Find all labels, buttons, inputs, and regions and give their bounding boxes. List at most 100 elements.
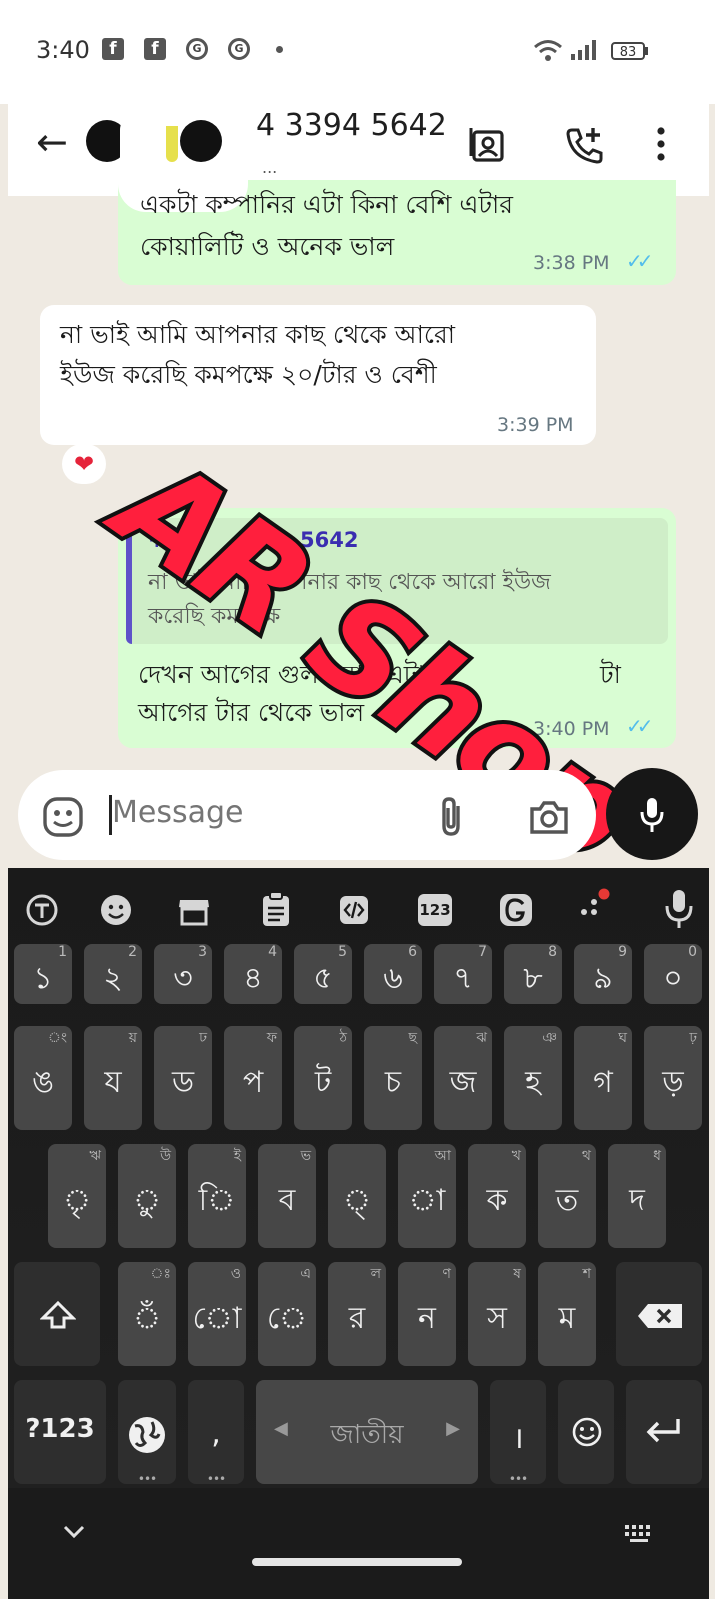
space-key[interactable]: ◀ জাতীয় ▶ [256, 1380, 478, 1484]
contact-number[interactable]: 4 3394 5642 [256, 108, 447, 143]
key-label: ১ [33, 961, 53, 996]
key-label: দ [629, 1183, 645, 1218]
keyboard-key[interactable]: রল [328, 1262, 386, 1366]
key-hint: ঢ [199, 1030, 207, 1046]
keyboard-key[interactable]: ৮8 [504, 944, 562, 1004]
keyboard-key[interactable]: ি ই [188, 1144, 246, 1248]
shop-icon[interactable] [176, 892, 212, 928]
emoji-icon[interactable] [98, 892, 134, 928]
keyboard-key[interactable]: মশ [538, 1262, 596, 1366]
chevron-down-icon[interactable] [62, 1524, 86, 1540]
keyboard-key[interactable]: ড় ঢ় [644, 1026, 702, 1130]
keyboard-key[interactable]: বভ [258, 1144, 316, 1248]
key-label: ০ [663, 961, 683, 996]
key-hint: থ [581, 1148, 591, 1164]
text-mode-icon[interactable] [24, 892, 60, 928]
shift-key[interactable] [14, 1262, 100, 1366]
message-text-tail: টা [600, 660, 621, 689]
key-label: ড [171, 1065, 195, 1100]
keyboard-key[interactable]: নণ [398, 1262, 456, 1366]
grammar-icon[interactable] [498, 892, 534, 928]
key-hint: 2 [128, 944, 137, 960]
keyboard-key[interactable]: ্ [328, 1144, 386, 1248]
key-label: প [242, 1065, 264, 1100]
enter-key[interactable] [626, 1380, 702, 1484]
emoji-key[interactable] [558, 1380, 614, 1484]
key-label: ড় [662, 1065, 684, 1100]
message-text: ইউজ করেছি কমপক্ষে ২০/টার ও বেশী [60, 360, 437, 389]
status-time: 3:40 [36, 36, 90, 64]
contact-card-icon[interactable] [468, 124, 508, 164]
heart-reaction[interactable]: ❤ [62, 444, 106, 484]
key-label: ু [132, 1183, 162, 1218]
key-hint: ল [370, 1266, 381, 1282]
keyboard-key[interactable]: পফ [224, 1026, 282, 1130]
keyboard-key[interactable]: ো ও [188, 1262, 246, 1366]
key-label: চ [384, 1065, 402, 1100]
message-input[interactable]: Message [112, 795, 243, 830]
danda-key[interactable]: । ••• [490, 1380, 546, 1486]
keyboard-key[interactable]: টঠ [294, 1026, 352, 1130]
key-hint: 1 [58, 944, 67, 960]
comma-key[interactable]: , ••• [188, 1380, 244, 1486]
keyboard-key[interactable]: তথ [538, 1144, 596, 1248]
key-hint: ও [230, 1266, 241, 1282]
keyboard-key[interactable]: দধ [608, 1144, 666, 1248]
keyboard-key[interactable]: ে এ [258, 1262, 316, 1366]
backspace-key[interactable] [616, 1262, 702, 1366]
key-more-dots: ••• [137, 1472, 157, 1486]
sticker-icon[interactable] [42, 796, 84, 838]
keyboard-key[interactable]: সষ [468, 1262, 526, 1366]
home-indicator[interactable] [252, 1558, 462, 1566]
keyboard-switch-icon[interactable] [622, 1522, 656, 1544]
key-label: ে [266, 1301, 308, 1336]
keyboard-key[interactable]: কখ [468, 1144, 526, 1248]
keyboard-key[interactable]: ৩3 [154, 944, 212, 1004]
keyboard-key[interactable]: ৃ ঋ [48, 1144, 106, 1248]
symbols-key[interactable]: ?123 [14, 1380, 106, 1484]
keyboard-key[interactable]: ু উ [118, 1144, 176, 1248]
key-label: ৭ [453, 961, 473, 996]
code-icon[interactable] [336, 892, 372, 928]
key-label: ৃ [62, 1183, 92, 1218]
keyboard-key[interactable]: ২2 [84, 944, 142, 1004]
back-arrow-icon[interactable]: ← [36, 122, 68, 162]
key-hint: ঃ [150, 1266, 171, 1282]
camera-icon[interactable] [528, 798, 570, 836]
keyboard-key[interactable]: চছ [364, 1026, 422, 1130]
keyboard-key[interactable]: য য় [84, 1026, 142, 1130]
keyboard-key[interactable]: ০0 [644, 944, 702, 1004]
key-label: ২ [103, 961, 123, 996]
more-vert-icon[interactable] [654, 124, 668, 164]
voice-icon[interactable] [664, 888, 694, 930]
key-hint: ভ [300, 1148, 311, 1164]
keyboard-key[interactable]: ঙং [14, 1026, 72, 1130]
key-label: ব [278, 1183, 296, 1218]
add-call-icon[interactable] [563, 124, 605, 166]
key-hint: 3 [198, 944, 207, 960]
gmail-icon: G [186, 38, 208, 60]
keyboard-key[interactable]: ৫5 [294, 944, 352, 1004]
keyboard-key[interactable]: ৪4 [224, 944, 282, 1004]
clipboard-icon[interactable] [258, 890, 294, 928]
key-hint: 6 [408, 944, 417, 960]
key-label: ট [314, 1065, 332, 1100]
keyboard-key[interactable]: ৯9 [574, 944, 632, 1004]
keyboard-key[interactable]: গঘ [574, 1026, 632, 1130]
keyboard-key[interactable]: ৭7 [434, 944, 492, 1004]
keyboard-key[interactable]: জঝ [434, 1026, 492, 1130]
key-label: র [348, 1301, 366, 1336]
attach-icon[interactable] [438, 796, 466, 838]
language-key[interactable]: ••• [118, 1380, 176, 1486]
keyboard-key[interactable]: া আ [398, 1144, 456, 1248]
key-label: ো [192, 1301, 242, 1336]
numeric-icon[interactable]: 123 [418, 894, 452, 926]
keyboard-key[interactable]: ডঢ [154, 1026, 212, 1130]
keyboard-key[interactable]: হঞ [504, 1026, 562, 1130]
keyboard-key[interactable]: ১1 [14, 944, 72, 1004]
key-hint: ছ [408, 1030, 417, 1046]
keyboard-key[interactable]: ঁঃ [118, 1262, 176, 1366]
message-composer[interactable] [18, 770, 596, 860]
more-icon[interactable] [578, 886, 618, 926]
keyboard-key[interactable]: ৬6 [364, 944, 422, 1004]
